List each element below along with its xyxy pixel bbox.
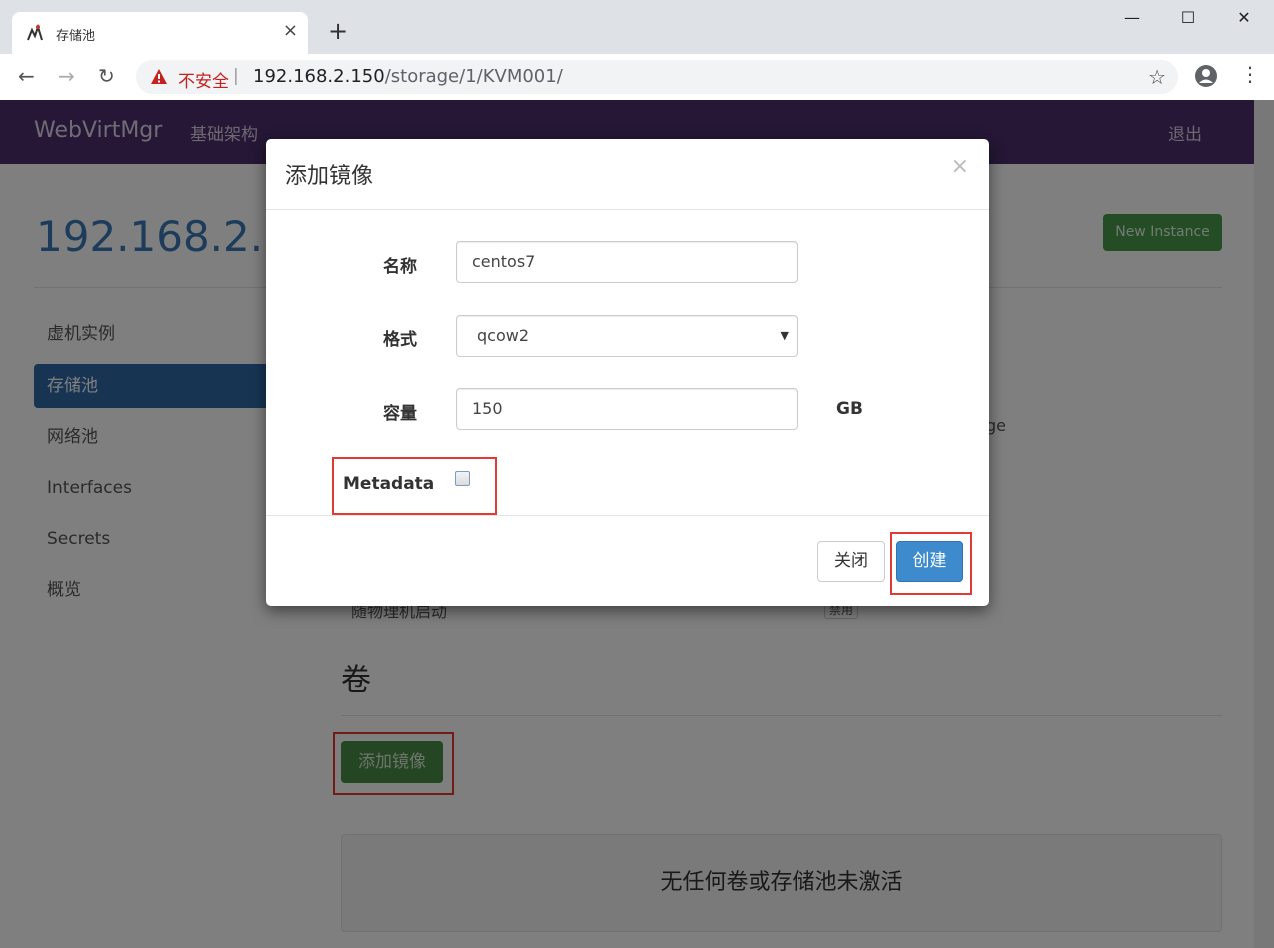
webvirtmgr-favicon-icon <box>27 24 43 41</box>
modal-header-divider <box>266 209 989 210</box>
modal-title: 添加镜像 <box>285 164 374 189</box>
star-icon[interactable]: ☆ <box>1148 65 1166 89</box>
maximize-icon[interactable]: ☐ <box>1173 8 1203 32</box>
browser-titlebar: 存储池 × + — ☐ ✕ <box>0 0 1274 54</box>
close-button[interactable]: 关闭 <box>817 541 885 582</box>
browser-toolbar: ← → ↻ 不安全 | 192.168.2.150/storage/1/KVM0… <box>0 54 1274 101</box>
add-image-modal: 添加镜像 × 名称 centos7 格式 qcow2 ▼ 容量 150 GB M… <box>266 139 989 606</box>
browser-tab[interactable]: 存储池 × <box>12 12 308 54</box>
capacity-input-value: 150 <box>472 399 503 418</box>
window-close-icon[interactable]: ✕ <box>1229 8 1259 32</box>
reload-icon[interactable]: ↻ <box>98 64 115 88</box>
url-text[interactable]: 192.168.2.150/storage/1/KVM001/ <box>253 66 563 87</box>
url-path: /storage/1/KVM001/ <box>384 66 563 87</box>
capacity-label: 容量 <box>383 404 417 424</box>
highlight-box-create <box>890 532 972 595</box>
warning-icon <box>151 69 167 84</box>
menu-icon[interactable]: ⋮ <box>1240 62 1260 86</box>
name-label: 名称 <box>383 257 417 277</box>
security-label: 不安全 <box>178 72 229 92</box>
url-separator: | <box>233 66 239 86</box>
modal-close-icon[interactable]: × <box>951 155 969 179</box>
chevron-down-icon: ▼ <box>780 329 789 342</box>
url-host: 192.168.2.150 <box>253 66 385 87</box>
minimize-icon[interactable]: — <box>1117 8 1147 32</box>
address-bar[interactable]: 不安全 | 192.168.2.150/storage/1/KVM001/ ☆ <box>136 60 1178 94</box>
account-icon[interactable] <box>1194 64 1218 88</box>
format-label: 格式 <box>383 330 417 350</box>
back-icon[interactable]: ← <box>18 64 35 88</box>
tab-close-icon[interactable]: × <box>283 21 298 41</box>
name-input[interactable]: centos7 <box>456 241 798 283</box>
capacity-input[interactable]: 150 <box>456 388 798 430</box>
capacity-unit: GB <box>836 399 863 419</box>
format-select-value: qcow2 <box>477 326 530 345</box>
forward-icon[interactable]: → <box>58 64 75 88</box>
new-tab-icon[interactable]: + <box>328 18 348 44</box>
format-select[interactable]: qcow2 ▼ <box>456 315 798 357</box>
modal-footer-divider <box>266 515 989 516</box>
tab-title: 存储池 <box>56 29 96 44</box>
name-input-value: centos7 <box>472 252 536 271</box>
highlight-box-metadata <box>332 457 497 515</box>
